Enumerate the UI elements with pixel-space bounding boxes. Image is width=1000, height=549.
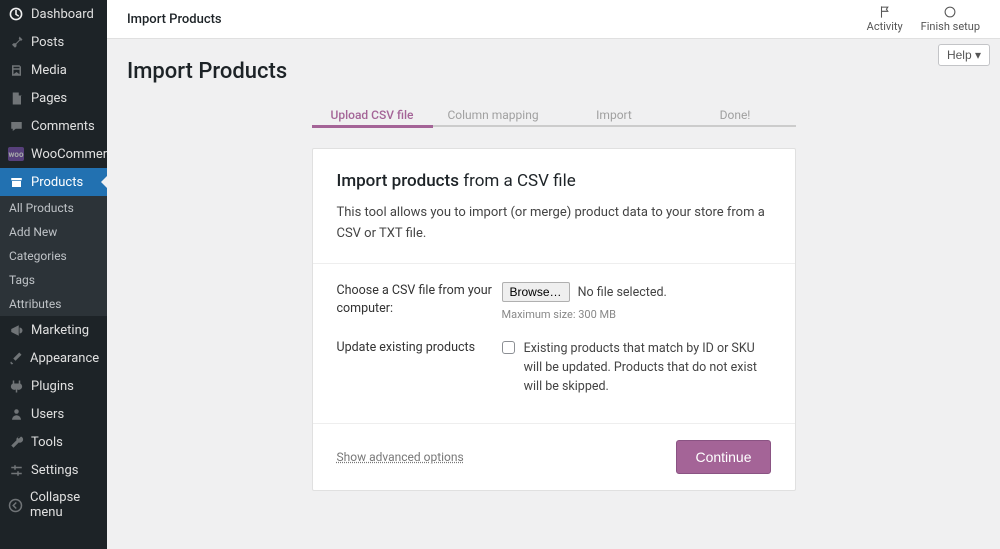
step-mapping: Column mapping <box>433 108 554 130</box>
menu-posts[interactable]: Posts <box>0 28 107 56</box>
step-label: Done! <box>675 108 796 122</box>
field-update-label: Update existing products <box>337 339 502 397</box>
menu-label: Media <box>31 63 67 78</box>
menu-label: Plugins <box>31 379 74 394</box>
sliders-icon <box>8 462 24 478</box>
import-card: Import products from a CSV file This too… <box>312 148 796 491</box>
menu-label: Tools <box>31 435 63 450</box>
dashboard-icon <box>8 6 24 22</box>
show-advanced-link[interactable]: Show advanced options <box>337 450 464 464</box>
step-label: Upload CSV file <box>312 108 433 122</box>
update-desc-text: Existing products that match by ID or SK… <box>524 339 768 397</box>
card-title-bold: Import products <box>337 171 459 191</box>
card-header: Import products from a CSV file This too… <box>313 149 795 264</box>
topbar: Import Products Activity Finish setup <box>107 0 1000 39</box>
content-wrap: Import Products Upload CSV file Column m… <box>107 39 1000 509</box>
step-label: Column mapping <box>433 108 554 122</box>
field-update-control: Existing products that match by ID or SK… <box>502 339 771 397</box>
menu-products[interactable]: Products <box>0 168 107 196</box>
field-file-label: Choose a CSV file from your computer: <box>337 282 502 321</box>
flag-icon <box>877 5 893 19</box>
menu-plugins[interactable]: Plugins <box>0 372 107 400</box>
user-icon <box>8 406 24 422</box>
import-wizard: Upload CSV file Column mapping Import Do… <box>312 108 796 491</box>
menu-comments[interactable]: Comments <box>0 112 107 140</box>
circle-icon <box>942 5 958 19</box>
media-icon <box>8 62 24 78</box>
finish-setup-button[interactable]: Finish setup <box>921 5 980 33</box>
submenu-tags[interactable]: Tags <box>0 268 107 292</box>
menu-label: Products <box>31 175 83 190</box>
wrench-icon <box>8 434 24 450</box>
max-size-text: Maximum size: 300 MB <box>502 308 771 321</box>
card-title-rest: from a CSV file <box>463 171 576 191</box>
menu-dashboard[interactable]: Dashboard <box>0 0 107 28</box>
pin-icon <box>8 34 24 50</box>
file-status-text: No file selected. <box>578 285 667 300</box>
step-import: Import <box>554 108 675 130</box>
finish-setup-label: Finish setup <box>921 20 980 33</box>
continue-button[interactable]: Continue <box>676 440 770 474</box>
card-body: Choose a CSV file from your computer: Br… <box>313 264 795 423</box>
page-icon <box>8 90 24 106</box>
breadcrumb: Import Products <box>127 12 222 27</box>
menu-label: Posts <box>31 35 64 50</box>
menu-pages[interactable]: Pages <box>0 84 107 112</box>
brush-icon <box>8 350 23 366</box>
menu-marketing[interactable]: Marketing <box>0 316 107 344</box>
submenu-attributes[interactable]: Attributes <box>0 292 107 316</box>
menu-label: Pages <box>31 91 67 106</box>
main-area: Import Products Activity Finish setup He… <box>107 0 1000 549</box>
menu-woocommerce[interactable]: woo WooCommerce <box>0 140 107 168</box>
activity-label: Activity <box>867 20 903 33</box>
megaphone-icon <box>8 322 24 338</box>
menu-media[interactable]: Media <box>0 56 107 84</box>
card-description: This tool allows you to import (or merge… <box>337 203 771 245</box>
admin-sidebar: Dashboard Posts Media Pages Comments woo… <box>0 0 107 549</box>
browse-button[interactable]: Browse… <box>502 282 570 302</box>
menu-collapse[interactable]: Collapse menu <box>0 484 107 526</box>
menu-label: Comments <box>31 119 95 134</box>
menu-settings[interactable]: Settings <box>0 456 107 484</box>
activity-button[interactable]: Activity <box>867 5 903 33</box>
comment-icon <box>8 118 24 134</box>
card-title: Import products from a CSV file <box>337 171 771 191</box>
collapse-icon <box>8 497 23 513</box>
menu-appearance[interactable]: Appearance <box>0 344 107 372</box>
menu-label: Appearance <box>30 351 99 366</box>
submenu-all-products[interactable]: All Products <box>0 196 107 220</box>
menu-users[interactable]: Users <box>0 400 107 428</box>
step-label: Import <box>554 108 675 122</box>
step-upload: Upload CSV file <box>312 108 433 130</box>
menu-label: Users <box>31 407 64 422</box>
plug-icon <box>8 378 24 394</box>
field-file-control: Browse… No file selected. Maximum size: … <box>502 282 771 321</box>
submenu-categories[interactable]: Categories <box>0 244 107 268</box>
archive-icon <box>8 174 24 190</box>
update-checkbox[interactable] <box>502 341 515 354</box>
woo-icon: woo <box>8 146 24 162</box>
menu-tools[interactable]: Tools <box>0 428 107 456</box>
progress-steps: Upload CSV file Column mapping Import Do… <box>312 108 796 130</box>
card-footer: Show advanced options Continue <box>313 423 795 490</box>
menu-label: Marketing <box>31 323 89 338</box>
submenu-add-new[interactable]: Add New <box>0 220 107 244</box>
field-file: Choose a CSV file from your computer: Br… <box>337 282 771 321</box>
products-submenu: All Products Add New Categories Tags Att… <box>0 196 107 316</box>
page-title: Import Products <box>127 59 980 84</box>
menu-label: Collapse menu <box>30 490 99 520</box>
menu-label: Settings <box>31 463 78 478</box>
step-done: Done! <box>675 108 796 130</box>
menu-label: Dashboard <box>31 7 94 22</box>
field-update: Update existing products Existing produc… <box>337 339 771 397</box>
